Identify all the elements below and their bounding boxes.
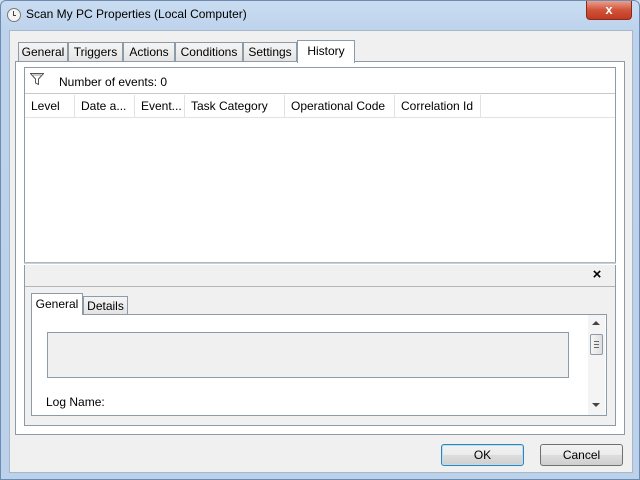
tab-actions[interactable]: Actions	[123, 42, 175, 62]
detail-tab-page: Log Name:	[31, 314, 607, 416]
column-header-operational-code[interactable]: Operational Code	[285, 95, 395, 117]
title-bar[interactable]: Scan My PC Properties (Local Computer) x	[1, 1, 639, 29]
column-header-task-category[interactable]: Task Category	[185, 95, 285, 117]
grid-header: Level Date a... Event... Task Category O…	[25, 95, 615, 118]
clock-icon	[7, 8, 21, 22]
tab-general[interactable]: General	[18, 42, 68, 62]
tab-settings[interactable]: Settings	[243, 42, 297, 62]
tab-history[interactable]: History	[297, 40, 355, 63]
dialog-client-area: General Triggers Actions Conditions Sett…	[9, 30, 633, 473]
filter-bar: Number of events: 0	[25, 68, 615, 94]
detail-tab-general[interactable]: General	[31, 293, 83, 315]
window-title: Scan My PC Properties (Local Computer)	[26, 7, 247, 21]
detail-scrollbar[interactable]	[588, 315, 605, 415]
properties-window: Scan My PC Properties (Local Computer) x…	[0, 0, 640, 480]
cancel-button[interactable]: Cancel	[540, 444, 623, 466]
event-detail-pane: × General Details Log Name:	[24, 265, 616, 426]
event-list: Number of events: 0 Level Date a... Even…	[24, 67, 616, 263]
close-detail-icon[interactable]: ×	[589, 266, 605, 284]
tab-triggers[interactable]: Triggers	[68, 42, 123, 62]
scroll-thumb[interactable]	[590, 334, 603, 355]
detail-divider	[25, 286, 615, 287]
history-tab-page: Number of events: 0 Level Date a... Even…	[15, 61, 625, 435]
scroll-up-icon[interactable]	[592, 321, 600, 325]
tab-conditions[interactable]: Conditions	[175, 42, 243, 62]
ok-button[interactable]: OK	[441, 444, 524, 466]
filter-icon[interactable]	[30, 73, 44, 85]
event-description-box[interactable]	[47, 332, 569, 378]
close-button[interactable]: x	[586, 1, 632, 20]
column-header-event[interactable]: Event...	[135, 95, 185, 117]
log-name-label: Log Name:	[46, 395, 105, 409]
detail-tab-details[interactable]: Details	[83, 296, 128, 315]
column-header-correlation-id[interactable]: Correlation Id	[395, 95, 481, 117]
scroll-down-icon[interactable]	[592, 403, 600, 407]
event-count: Number of events: 0	[59, 75, 168, 89]
column-header-date[interactable]: Date a...	[75, 95, 135, 117]
column-header-level[interactable]: Level	[25, 95, 75, 117]
pane-splitter[interactable]	[24, 262, 616, 264]
